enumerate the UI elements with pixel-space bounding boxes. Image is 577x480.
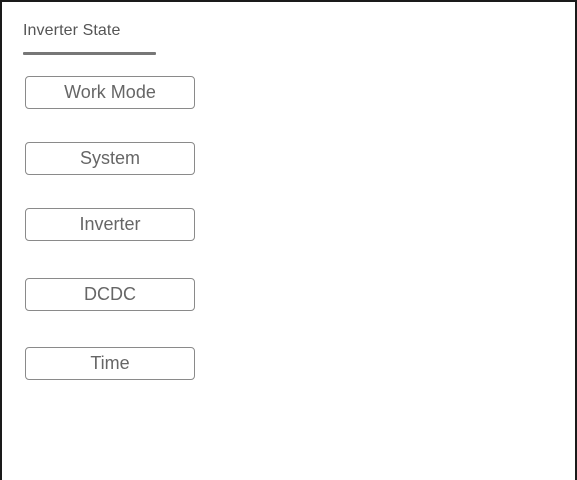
inverter-state-panel: Inverter State Work Mode System Inverter…: [0, 0, 577, 480]
dcdc-button[interactable]: DCDC: [25, 278, 195, 311]
time-button[interactable]: Time: [25, 347, 195, 380]
tab-inverter-state[interactable]: Inverter State: [23, 22, 120, 40]
work-mode-button[interactable]: Work Mode: [25, 76, 195, 109]
system-button[interactable]: System: [25, 142, 195, 175]
inverter-button[interactable]: Inverter: [25, 208, 195, 241]
active-tab-indicator: [23, 52, 156, 55]
